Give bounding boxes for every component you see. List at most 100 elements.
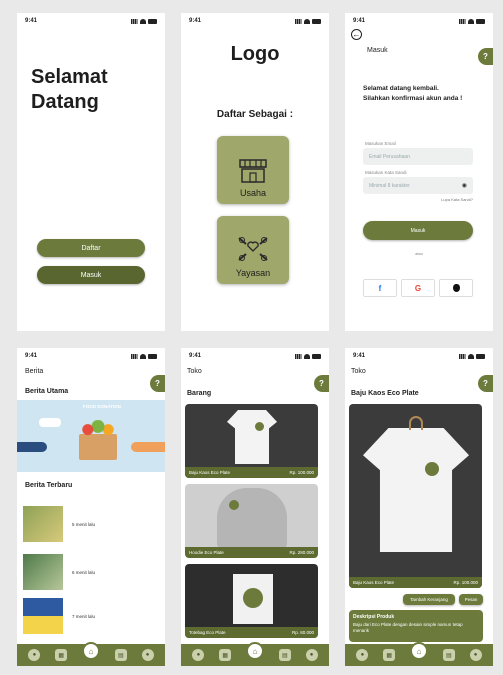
nav-news-icon[interactable]: ▦ — [383, 649, 396, 661]
nav-news-icon[interactable]: ▦ — [219, 649, 232, 661]
bottom-nav: ● ▦ ⌂ ▤ ● — [17, 642, 165, 666]
product-name: Baju Kaos Eco Plate — [353, 580, 395, 585]
status-bar: 9:41 — [25, 352, 157, 360]
product-card-hoodie[interactable]: Hoodie Eco Plate Rp. 280.000 — [185, 484, 318, 558]
status-bar: 9:41 — [189, 17, 321, 25]
help-button[interactable]: ? — [478, 48, 493, 65]
helping-hands-icon — [238, 237, 268, 261]
welcome-screen: 9:41 Selamat Datang Daftar Masuk — [17, 13, 165, 331]
signal-icon — [295, 18, 302, 24]
product-detail-screen: 9:41 Toko ? Baju Kaos Eco Plate Baju Kao… — [345, 348, 493, 666]
submit-login-button[interactable]: Masuk — [363, 221, 473, 240]
eye-icon[interactable]: ◉ — [462, 182, 467, 189]
welcome-title: Selamat Datang — [31, 65, 108, 115]
option-usaha[interactable]: Usaha — [217, 136, 289, 204]
nav-chat-icon[interactable]: ● — [192, 649, 205, 661]
product-name: Totebag Eco Plate — [189, 630, 226, 635]
add-to-cart-button[interactable]: Tambah Keranjang — [403, 594, 455, 605]
apple-icon — [452, 284, 460, 292]
option-yayasan[interactable]: Yayasan — [217, 216, 289, 284]
register-as-screen: 9:41 Logo Daftar Sebagai : Usaha Yayasan — [181, 13, 329, 331]
eco-plate-logo — [425, 462, 439, 476]
product-card-totebag[interactable]: Totebag Eco Plate Rp. 80.000 — [185, 564, 318, 638]
banner-caption: FOOD DONATION — [83, 404, 121, 409]
nav-profile-icon[interactable]: ● — [469, 649, 482, 661]
wifi-icon — [140, 353, 146, 359]
eco-plate-logo — [255, 422, 264, 431]
product-price: Rp. 280.000 — [289, 550, 314, 555]
product-name: Hoodie Eco Plate — [189, 550, 224, 555]
nav-profile-icon[interactable]: ● — [305, 649, 318, 661]
bottom-nav: ● ▦ ⌂ ▤ ● — [345, 642, 493, 666]
product-price: Rp. 100.000 — [289, 470, 314, 475]
wifi-icon — [468, 353, 474, 359]
nav-chat-icon[interactable]: ● — [28, 649, 41, 661]
login-button[interactable]: Masuk — [37, 266, 145, 284]
logo: Logo — [230, 43, 280, 65]
latest-news-heading: Berita Terbaru — [25, 482, 73, 489]
store-icon — [239, 159, 267, 183]
password-field[interactable]: Minimal 8 karakter ◉ — [363, 177, 473, 194]
status-time: 9:41 — [25, 18, 38, 24]
order-button[interactable]: Pesan — [459, 594, 483, 605]
hand-left-illustration — [17, 442, 47, 452]
option-yayasan-label: Yayasan — [235, 268, 271, 278]
status-bar: 9:41 — [25, 17, 157, 25]
status-bar: 9:41 — [189, 352, 321, 360]
battery-icon — [476, 353, 485, 359]
product-name: Baju Kaos Eco Plate — [189, 470, 231, 475]
login-welcome-line2: Silahkan konfirmasi akun anda ! — [363, 95, 463, 102]
option-usaha-label: Usaha — [239, 188, 266, 198]
news-item-2-time: 6 menit lalu — [72, 570, 96, 575]
product-description: Deskripsi Produk Baju dari Eco Plate den… — [349, 610, 483, 642]
product-price: Rp. 100.000 — [453, 580, 478, 585]
google-button[interactable]: G — [401, 279, 435, 297]
email-label: Masukan Email — [365, 141, 396, 146]
product-bar: Totebag Eco Plate Rp. 80.000 — [185, 627, 318, 638]
hand-right-illustration — [131, 442, 165, 452]
facebook-button[interactable]: f — [363, 279, 397, 297]
news-item-1-thumbnail[interactable] — [23, 506, 63, 542]
email-field[interactable]: Email Perusahaan — [363, 148, 473, 165]
help-button[interactable]: ? — [314, 375, 329, 392]
nav-chat-icon[interactable]: ● — [356, 649, 369, 661]
login-welcome-line1: Selamat datang kembali. — [363, 85, 439, 92]
forgot-password-link[interactable]: Lupa Kata Sandi? — [441, 197, 473, 202]
nav-shop-icon[interactable]: ▤ — [114, 649, 127, 661]
register-button[interactable]: Daftar — [37, 239, 145, 257]
signal-icon — [131, 353, 138, 359]
status-time: 9:41 — [189, 353, 202, 359]
nav-news-icon[interactable]: ▦ — [55, 649, 68, 661]
signal-icon — [459, 18, 466, 24]
news-item-2-thumbnail[interactable] — [23, 554, 63, 590]
status-time: 9:41 — [189, 18, 202, 24]
product-bar: Hoodie Eco Plate Rp. 280.000 — [185, 547, 318, 558]
help-button[interactable]: ? — [150, 375, 165, 392]
battery-icon — [148, 18, 157, 24]
signal-icon — [459, 353, 466, 359]
description-text: Baju dari Eco Plate dengan desain simple… — [353, 622, 463, 633]
shop-section-heading: Barang — [187, 390, 212, 397]
nav-shop-icon[interactable]: ▤ — [278, 649, 291, 661]
back-arrow-icon[interactable]: ← — [351, 29, 362, 40]
help-button[interactable]: ? — [478, 375, 493, 392]
nav-home-icon[interactable]: ⌂ — [409, 642, 428, 660]
product-price: Rp. 80.000 — [291, 630, 314, 635]
login-title: Masuk — [367, 47, 388, 54]
nav-shop-icon[interactable]: ▤ — [442, 649, 455, 661]
welcome-title-line2: Datang — [31, 91, 99, 113]
nav-home-icon[interactable]: ⌂ — [81, 642, 100, 660]
nav-profile-icon[interactable]: ● — [141, 649, 154, 661]
product-card-tshirt[interactable]: Baju Kaos Eco Plate Rp. 100.000 — [185, 404, 318, 478]
bottom-nav: ● ▦ ⌂ ▤ ● — [181, 642, 329, 666]
news-item-3-thumbnail[interactable] — [23, 598, 63, 634]
hanger-icon — [409, 416, 423, 430]
main-news-banner[interactable]: FOOD DONATION — [17, 400, 165, 472]
eco-plate-logo — [243, 588, 263, 608]
news-item-3-time: 7 menit lalu — [72, 614, 96, 619]
wifi-icon — [304, 18, 310, 24]
apple-button[interactable] — [439, 279, 473, 297]
hoodie-image — [217, 488, 287, 548]
battery-icon — [312, 18, 321, 24]
nav-home-icon[interactable]: ⌂ — [245, 642, 264, 660]
